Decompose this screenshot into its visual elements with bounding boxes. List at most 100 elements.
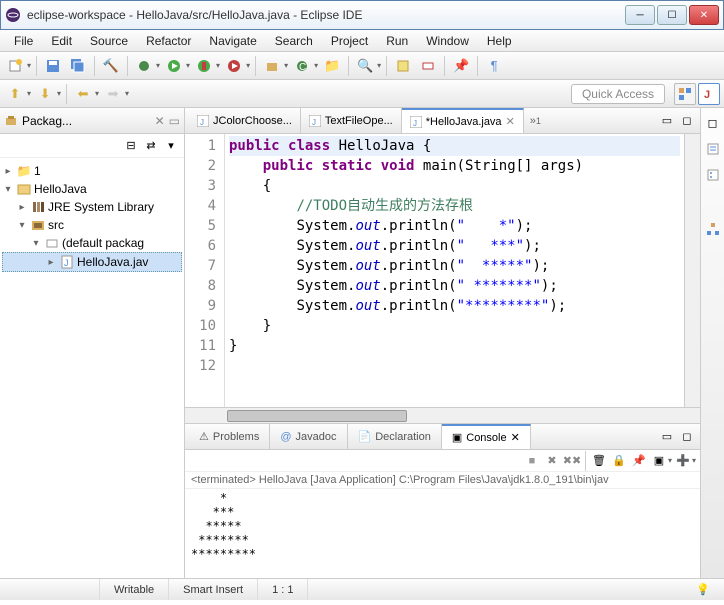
save-button[interactable] [42, 55, 64, 77]
package-icon [44, 235, 60, 251]
tab-problems[interactable]: ⚠Problems [189, 424, 270, 449]
console-output[interactable]: * *** ***** ******* ********* [185, 489, 700, 578]
view-menu-button[interactable]: ▾ [162, 137, 180, 155]
close-button[interactable]: ✕ [689, 5, 719, 25]
scroll-thumb[interactable] [227, 410, 407, 422]
terminate-button[interactable]: ■ [523, 452, 541, 470]
console-toolbar: ■ ✖ ✖✖ 🗑 🔒 📌 ▣▾ ➕▾ [185, 450, 700, 472]
new-button[interactable] [4, 55, 26, 77]
tree-item-src[interactable]: ▾ src [2, 216, 182, 234]
vertical-scrollbar[interactable] [684, 134, 700, 407]
expander-icon[interactable]: ▸ [2, 166, 14, 177]
menu-navigate[interactable]: Navigate [201, 32, 264, 50]
menu-project[interactable]: Project [323, 32, 376, 50]
new-package-button[interactable] [261, 55, 283, 77]
maximize-bottom-button[interactable]: ◻ [678, 428, 696, 446]
package-explorer-tab[interactable]: Packag... ✕ ▭ [0, 108, 184, 134]
scroll-lock-button[interactable]: 🔒 [610, 452, 628, 470]
new-class-button[interactable]: C [291, 55, 313, 77]
code-area[interactable]: public class HelloJava { public static v… [225, 134, 684, 407]
window-title: eclipse-workspace - HelloJava/src/HelloJ… [27, 8, 625, 22]
menu-edit[interactable]: Edit [43, 32, 80, 50]
status-icon[interactable]: 💡 [682, 579, 724, 600]
code-editor[interactable]: 1 -2 3 4 5 6 7 8 9 10 11 12 public class… [185, 134, 700, 407]
tree-label: (default packag [62, 236, 144, 250]
menu-source[interactable]: Source [82, 32, 136, 50]
tree-item-default-package[interactable]: ▾ (default packag [2, 234, 182, 252]
next-annotation-button[interactable]: ⬇ [34, 83, 56, 105]
remove-all-button[interactable]: ✖✖ [563, 452, 581, 470]
pin-console-button[interactable]: 📌 [630, 452, 648, 470]
menu-run[interactable]: Run [378, 32, 416, 50]
debug-button[interactable] [133, 55, 155, 77]
svg-text:J: J [704, 89, 710, 101]
close-icon[interactable]: ✕ [511, 431, 520, 444]
clear-console-button[interactable]: 🗑 [590, 452, 608, 470]
open-console-button[interactable]: ➕ [674, 452, 692, 470]
ext-tools-button[interactable] [223, 55, 245, 77]
tab-console[interactable]: ▣Console✕ [442, 424, 531, 449]
display-console-button[interactable]: ▣ [650, 452, 668, 470]
back-button[interactable]: ⬅ [72, 83, 94, 105]
expander-icon[interactable]: ▾ [16, 220, 28, 231]
hierarchy-icon[interactable] [704, 220, 722, 238]
pilcrow-button[interactable]: ¶ [483, 55, 505, 77]
remove-launch-button[interactable]: ✖ [543, 452, 561, 470]
tree-item-hellojava[interactable]: ▾ HelloJava [2, 180, 182, 198]
tab-javadoc[interactable]: @Javadoc [270, 424, 347, 449]
editor-tab-jcolorchoose[interactable]: J JColorChoose... [189, 108, 301, 133]
tree-item-jre[interactable]: ▸ JRE System Library [2, 198, 182, 216]
minimize-bottom-button[interactable]: ▭ [658, 428, 676, 446]
forward-button[interactable]: ➡ [102, 83, 124, 105]
minimize-icon[interactable]: ▭ [169, 114, 180, 128]
java-file-icon: J [410, 116, 422, 128]
menu-file[interactable]: File [6, 32, 41, 50]
menu-window[interactable]: Window [418, 32, 477, 50]
toggle-button[interactable] [392, 55, 414, 77]
tree-item-1[interactable]: ▸ 📁 1 [2, 162, 182, 180]
svg-text:C: C [299, 62, 306, 73]
editor-tab-hellojava[interactable]: J *HelloJava.java ✕ [402, 108, 524, 133]
annotation-button[interactable] [417, 55, 439, 77]
link-editor-button[interactable]: ⇄ [142, 137, 160, 155]
close-icon[interactable]: ✕ [506, 115, 515, 128]
expander-icon[interactable]: ▾ [2, 184, 14, 195]
menu-refactor[interactable]: Refactor [138, 32, 199, 50]
expander-icon[interactable]: ▸ [45, 257, 57, 268]
package-icon [4, 114, 18, 128]
expander-icon[interactable]: ▸ [16, 202, 28, 213]
menu-help[interactable]: Help [479, 32, 520, 50]
tab-declaration[interactable]: 📄Declaration [348, 424, 442, 449]
eclipse-icon [5, 7, 21, 23]
horizontal-scrollbar[interactable] [185, 407, 700, 423]
java-perspective-button[interactable]: J [698, 83, 720, 105]
console-icon: ▣ [452, 431, 462, 444]
search-button[interactable]: 🔍 [354, 55, 376, 77]
minimize-button[interactable]: ─ [625, 5, 655, 25]
tree-item-hellojava-java[interactable]: ▸ J HelloJava.jav [2, 252, 182, 272]
menu-search[interactable]: Search [267, 32, 321, 50]
build-button[interactable]: 🔨 [100, 55, 122, 77]
prev-annotation-button[interactable]: ⬆ [4, 83, 26, 105]
save-all-button[interactable] [67, 55, 89, 77]
maximize-editor-button[interactable]: ◻ [678, 112, 696, 130]
run-button[interactable] [163, 55, 185, 77]
collapse-all-button[interactable]: ⊟ [122, 137, 140, 155]
status-position: 1 : 1 [258, 579, 308, 600]
task-list-icon[interactable] [704, 140, 722, 158]
coverage-button[interactable] [193, 55, 215, 77]
outline-icon[interactable] [704, 166, 722, 184]
quick-access-input[interactable]: Quick Access [571, 84, 665, 104]
pin-button[interactable]: 📌 [450, 55, 472, 77]
editor-tab-textfileope[interactable]: J TextFileOpe... [301, 108, 402, 133]
open-perspective-button[interactable] [674, 83, 696, 105]
main-toolbar: ▾ 🔨 ▾ ▾ ▾ ▾ ▾ C▾ 📁 🔍▾ 📌 ¶ [0, 52, 724, 80]
close-icon[interactable]: ✕ [155, 114, 165, 128]
maximize-button[interactable]: ☐ [657, 5, 687, 25]
expander-icon[interactable]: ▾ [30, 238, 42, 249]
new-folder-button[interactable]: 📁 [321, 55, 343, 77]
minimize-editor-button[interactable]: ▭ [658, 112, 676, 130]
more-tabs-button[interactable]: »1 [524, 108, 547, 133]
fold-marker[interactable]: -2 [187, 156, 216, 176]
restore-button[interactable]: ◻ [704, 114, 722, 132]
